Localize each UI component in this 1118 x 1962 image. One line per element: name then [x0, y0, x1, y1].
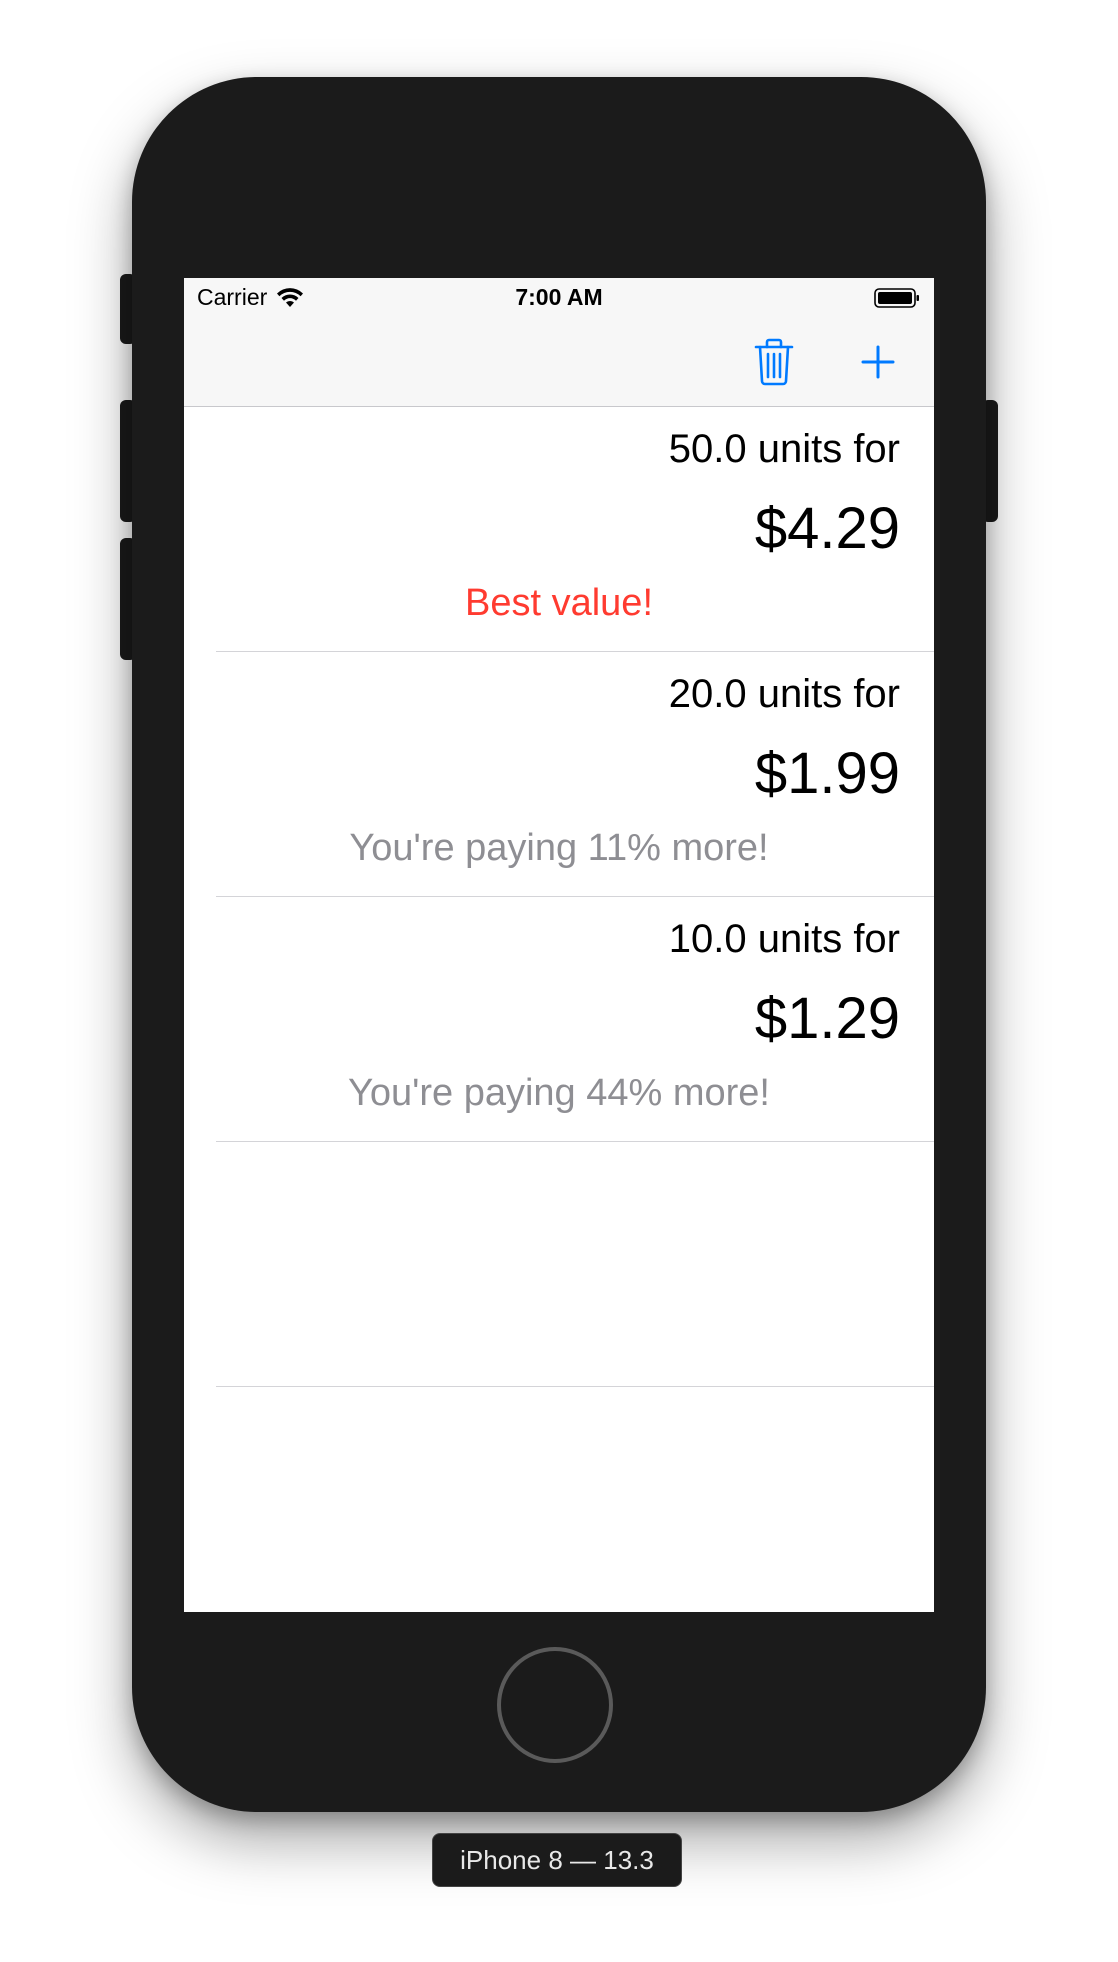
value-note: You're paying 11% more! [349, 827, 769, 869]
battery-icon [874, 288, 919, 308]
units-label: 10.0 units for [668, 917, 900, 961]
price-list: 50.0 units for $4.29 Best value! 20.0 un… [184, 407, 934, 1387]
simulator-stage: Carrier 7:00 AM 50.0 units for $4.29 Bes… [0, 0, 1118, 1962]
plus-icon[interactable] [856, 340, 900, 384]
value-note: Best value! [465, 582, 653, 624]
navigation-bar [184, 318, 934, 407]
status-time: 7:00 AM [515, 284, 603, 310]
list-item[interactable]: 10.0 units for $1.29 You're paying 44% m… [216, 897, 934, 1142]
units-label: 20.0 units for [668, 672, 900, 716]
home-button[interactable] [497, 1647, 613, 1763]
units-label: 50.0 units for [668, 427, 900, 471]
price-label: $1.99 [754, 741, 900, 806]
empty-row [216, 1142, 934, 1387]
status-bar: Carrier 7:00 AM [184, 278, 934, 318]
list-item[interactable]: 50.0 units for $4.29 Best value! [216, 407, 934, 652]
price-label: $4.29 [754, 496, 900, 561]
device-screen: Carrier 7:00 AM 50.0 units for $4.29 Bes… [184, 278, 934, 1612]
value-note: You're paying 44% more! [347, 1072, 770, 1114]
price-label: $1.29 [754, 986, 900, 1051]
trash-icon[interactable] [752, 336, 796, 388]
device-label: iPhone 8 — 13.3 [432, 1833, 682, 1887]
list-item[interactable]: 20.0 units for $1.99 You're paying 11% m… [216, 652, 934, 897]
